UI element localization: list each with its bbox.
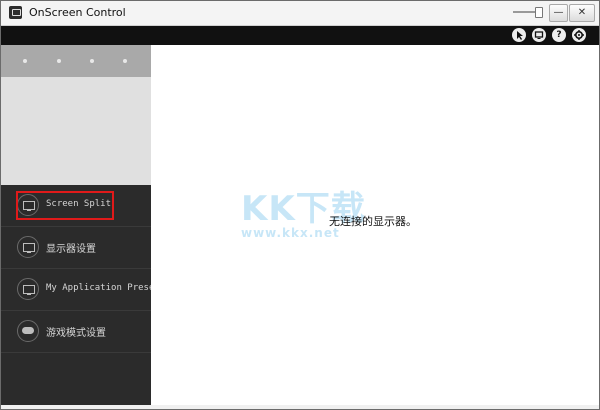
status-strip bbox=[1, 405, 599, 409]
title-bar[interactable]: OnScreen Control — ✕ bbox=[1, 1, 599, 26]
monitor-selector[interactable] bbox=[1, 45, 151, 77]
selection-highlight bbox=[16, 191, 114, 220]
size-slider-handle[interactable] bbox=[535, 7, 543, 18]
watermark: KK下载 www.kkx.net bbox=[241, 181, 366, 240]
cursor-icon[interactable] bbox=[512, 28, 526, 42]
help-icon[interactable]: ? bbox=[552, 28, 566, 42]
monitor-dot[interactable] bbox=[57, 59, 61, 63]
toolbar: ? bbox=[1, 26, 599, 45]
monitor-icon bbox=[17, 278, 39, 300]
display-icon[interactable] bbox=[532, 28, 546, 42]
sidebar-item-label: 游戏模式设置 bbox=[46, 328, 106, 339]
app-window: OnScreen Control — ✕ ? Screen Split 显示器设… bbox=[0, 0, 600, 410]
sidebar-item-app-preset[interactable]: My Application Preset bbox=[1, 269, 160, 311]
monitor-preview bbox=[1, 77, 151, 185]
no-monitor-message: 无连接的显示器。 bbox=[329, 215, 417, 228]
window-title: OnScreen Control bbox=[29, 6, 126, 19]
gamepad-icon bbox=[17, 320, 39, 342]
minimize-button[interactable]: — bbox=[549, 4, 568, 22]
sidebar-menu: Screen Split 显示器设置 My Application Preset… bbox=[1, 185, 160, 353]
monitor-icon bbox=[17, 236, 39, 258]
sidebar-item-display-settings[interactable]: 显示器设置 bbox=[1, 227, 151, 269]
monitor-dot[interactable] bbox=[90, 59, 94, 63]
app-logo-icon bbox=[9, 6, 22, 19]
main-content: KK下载 www.kkx.net 无连接的显示器。 bbox=[151, 45, 599, 405]
monitor-dot[interactable] bbox=[23, 59, 27, 63]
gear-icon[interactable] bbox=[572, 28, 586, 42]
sidebar-item-label: My Application Preset bbox=[46, 283, 160, 293]
sidebar-item-game-mode[interactable]: 游戏模式设置 bbox=[1, 311, 151, 353]
monitor-dot[interactable] bbox=[123, 59, 127, 63]
sidebar-item-label: 显示器设置 bbox=[46, 244, 96, 255]
close-button[interactable]: ✕ bbox=[569, 4, 595, 22]
sidebar-item-screen-split[interactable]: Screen Split bbox=[1, 185, 151, 227]
sidebar: Screen Split 显示器设置 My Application Preset… bbox=[1, 45, 160, 405]
